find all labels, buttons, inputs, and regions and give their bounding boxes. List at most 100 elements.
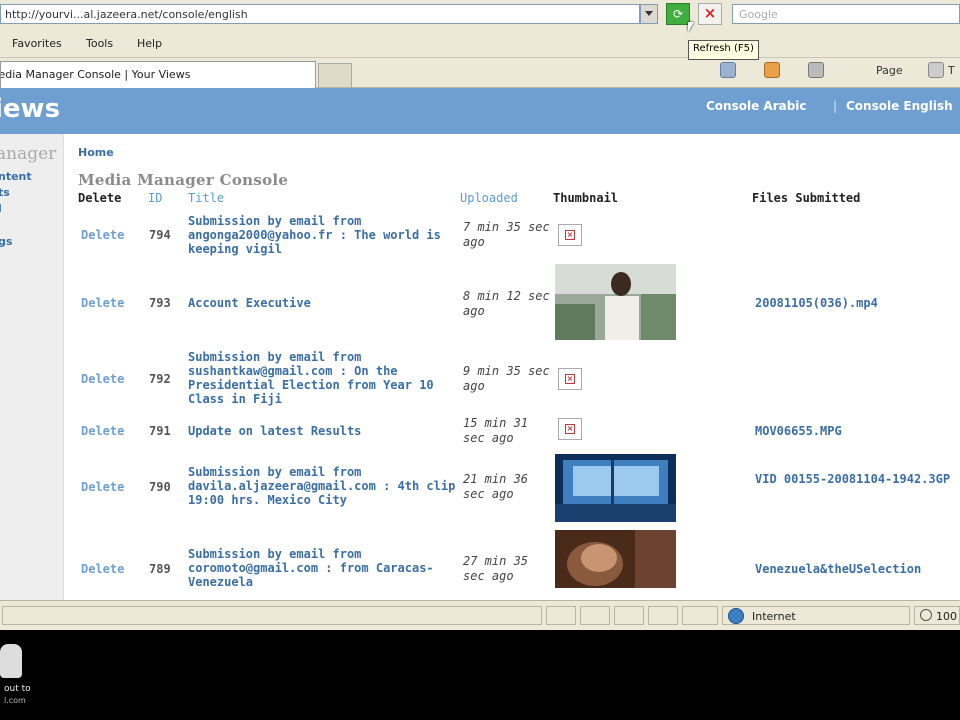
thumbnail-broken-image[interactable]: × xyxy=(558,368,582,390)
status-pane xyxy=(682,606,718,625)
broken-image-icon: × xyxy=(565,424,575,434)
status-pane xyxy=(546,606,576,625)
sidebar-item-content[interactable]: ntent xyxy=(0,170,32,183)
search-input[interactable]: Google xyxy=(732,4,960,24)
header-id[interactable]: ID xyxy=(148,191,162,205)
thumbnail-broken-image[interactable]: × xyxy=(558,224,582,246)
delete-link[interactable]: Delete xyxy=(81,562,124,576)
row-title-link[interactable]: Submission by email from coromoto@gmail.… xyxy=(188,547,456,589)
row-id: 791 xyxy=(149,424,171,438)
language-separator: | xyxy=(833,99,838,113)
channel-logo xyxy=(0,644,22,678)
tab-media-manager[interactable]: Media Manager Console | Your Views xyxy=(0,61,316,88)
broken-image-icon: × xyxy=(565,374,575,384)
row-uploaded: 9 min 35 sec ago xyxy=(463,364,550,393)
menu-help[interactable]: Help xyxy=(137,37,162,50)
status-pane xyxy=(648,606,678,625)
status-pane xyxy=(2,606,542,625)
menu-bar: Favorites Tools Help xyxy=(0,30,960,58)
print-icon[interactable] xyxy=(808,62,824,78)
row-title-link[interactable]: Submission by email from davila.aljazeer… xyxy=(188,465,456,507)
close-icon: × xyxy=(703,4,717,22)
chevron-down-icon xyxy=(645,11,653,16)
header-title[interactable]: Title xyxy=(188,191,224,205)
row-id: 794 xyxy=(149,228,171,242)
home-icon[interactable] xyxy=(720,62,736,78)
address-input[interactable]: http://yourvi...al.jazeera.net/console/e… xyxy=(0,4,640,24)
table-row: Delete 794 Submission by email from ango… xyxy=(0,212,960,260)
row-uploaded: 7 min 35 sec ago xyxy=(463,220,550,249)
refresh-tooltip: Refresh (F5) xyxy=(688,40,759,60)
feeds-icon[interactable] xyxy=(764,62,780,78)
thumbnail-broken-image[interactable]: × xyxy=(558,418,582,440)
thumbnail-image[interactable] xyxy=(555,530,676,588)
row-uploaded: 27 min 35 sec ago xyxy=(463,554,529,583)
table-row: Delete 793 Account Executive 8 min 12 se… xyxy=(0,262,960,342)
row-title-link[interactable]: Submission by email from sushantkaw@gmai… xyxy=(188,350,456,406)
sidebar-item-results[interactable]: ts xyxy=(0,186,10,199)
file-link[interactable]: 20081105(036).mp4 xyxy=(755,296,960,311)
zone-pane xyxy=(722,606,910,625)
tools-icon[interactable] xyxy=(928,62,944,78)
site-banner: iews Console Arabic | Console English xyxy=(0,88,960,134)
mouse-cursor-icon xyxy=(688,22,694,32)
table-row: Delete 789 Submission by email from coro… xyxy=(0,530,960,600)
magnifier-icon xyxy=(920,609,932,621)
status-pane xyxy=(580,606,610,625)
tab-title: Media Manager Console | Your Views xyxy=(0,68,191,81)
menu-favorites[interactable]: Favorites xyxy=(12,37,62,50)
row-id: 789 xyxy=(149,562,171,576)
row-title-link[interactable]: Account Executive xyxy=(188,296,456,310)
header-uploaded[interactable]: Uploaded xyxy=(460,191,518,205)
delete-link[interactable]: Delete xyxy=(81,424,124,438)
security-zone-label: Internet xyxy=(752,610,796,623)
status-bar xyxy=(0,600,960,630)
file-link[interactable]: VID 00155-20081104-1942.3GP xyxy=(755,472,960,487)
table-row: Delete 790 Submission by email from davi… xyxy=(0,452,960,526)
row-title-link[interactable]: Update on latest Results xyxy=(188,424,456,438)
file-link[interactable]: MOV06655.MPG xyxy=(755,424,960,439)
overlay-caption: l.com xyxy=(4,696,26,705)
broken-image-icon: × xyxy=(565,230,575,240)
breadcrumb-home[interactable]: Home xyxy=(78,146,114,159)
page-menu[interactable]: Page xyxy=(876,64,903,77)
tools-menu[interactable]: T xyxy=(948,64,955,77)
address-bar-row: http://yourvi...al.jazeera.net/console/e… xyxy=(0,0,960,30)
delete-link[interactable]: Delete xyxy=(81,372,124,386)
delete-link[interactable]: Delete xyxy=(81,480,124,494)
status-pane xyxy=(614,606,644,625)
address-dropdown-button[interactable] xyxy=(640,4,658,24)
stop-button[interactable]: × xyxy=(698,3,722,25)
header-delete: Delete xyxy=(78,191,122,205)
row-uploaded: 8 min 12 sec ago xyxy=(463,289,550,318)
thumbnail-image[interactable] xyxy=(555,264,676,340)
header-files-submitted: Files Submitted xyxy=(752,191,861,205)
video-letterbox: out to l.com xyxy=(0,630,960,720)
console-english-link[interactable]: Console English xyxy=(846,99,953,113)
header-thumbnail: Thumbnail xyxy=(553,191,619,205)
thumbnail-image[interactable] xyxy=(555,454,676,522)
row-uploaded: 21 min 36 sec ago xyxy=(463,472,529,501)
row-uploaded: 15 min 31 sec ago xyxy=(463,416,529,445)
file-link[interactable]: Venezuela&theUSelection xyxy=(755,562,960,577)
zoom-level[interactable]: 100 xyxy=(936,610,957,623)
row-title-link[interactable]: Submission by email from angonga2000@yah… xyxy=(188,214,456,256)
delete-link[interactable]: Delete xyxy=(81,296,124,310)
menu-tools[interactable]: Tools xyxy=(86,37,113,50)
overlay-caption: out to xyxy=(4,684,31,694)
table-row: Delete 792 Submission by email from sush… xyxy=(0,348,960,410)
site-logo[interactable]: iews xyxy=(0,94,60,124)
row-id: 793 xyxy=(149,296,171,310)
delete-link[interactable]: Delete xyxy=(81,228,124,242)
page-title: Media Manager Console xyxy=(78,171,289,189)
row-id: 792 xyxy=(149,372,171,386)
refresh-button[interactable]: ⟳ xyxy=(666,3,690,25)
new-tab-button[interactable] xyxy=(318,63,352,87)
sidebar-title: anager xyxy=(0,144,57,164)
web-page: iews Console Arabic | Console English an… xyxy=(0,88,960,600)
row-id: 790 xyxy=(149,480,171,494)
refresh-icon: ⟳ xyxy=(672,7,684,21)
globe-icon xyxy=(728,608,744,624)
table-row: Delete 791 Update on latest Results 15 m… xyxy=(0,414,960,454)
console-arabic-link[interactable]: Console Arabic xyxy=(706,99,807,113)
